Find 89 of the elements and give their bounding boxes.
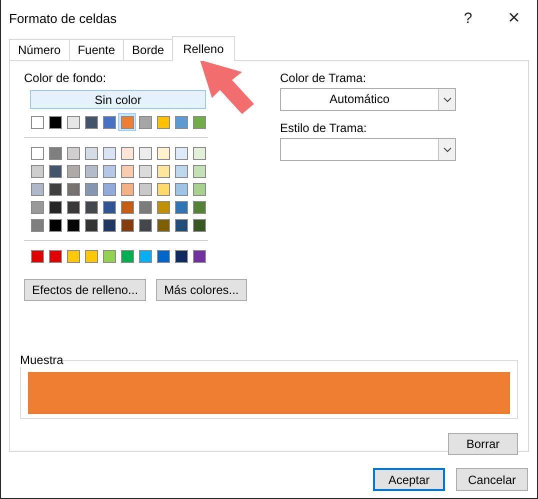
pattern-style-dropdown[interactable] (280, 138, 456, 161)
color-swatch[interactable] (156, 116, 170, 128)
color-swatch[interactable] (138, 218, 152, 232)
color-swatch[interactable] (48, 250, 62, 262)
color-swatch[interactable] (48, 146, 62, 160)
color-swatch[interactable] (102, 164, 116, 178)
color-swatch[interactable] (174, 164, 188, 178)
color-swatch[interactable] (138, 250, 152, 262)
window-title: Formato de celdas (9, 10, 118, 26)
color-swatch[interactable] (192, 164, 206, 178)
color-swatch[interactable] (48, 164, 62, 178)
color-swatch[interactable] (30, 182, 44, 196)
help-button[interactable]: ? (445, 10, 491, 26)
color-swatch[interactable] (156, 200, 170, 214)
color-swatch[interactable] (120, 250, 134, 262)
color-swatch[interactable] (48, 200, 62, 214)
color-swatch[interactable] (66, 218, 80, 232)
color-swatch[interactable] (48, 182, 62, 196)
color-swatch[interactable] (156, 182, 170, 196)
color-swatch[interactable] (66, 250, 80, 262)
color-swatch[interactable] (138, 164, 152, 178)
tab[interactable]: Número (9, 39, 70, 60)
color-swatch[interactable] (30, 116, 44, 128)
color-swatch[interactable] (156, 250, 170, 262)
color-swatch[interactable] (102, 218, 116, 232)
color-swatch[interactable] (138, 200, 152, 214)
color-swatch[interactable] (84, 182, 98, 196)
color-swatch[interactable] (174, 200, 188, 214)
no-color-button[interactable]: Sin color (30, 90, 206, 109)
sample-label: Muestra (20, 353, 64, 367)
color-swatch[interactable] (102, 116, 116, 128)
background-color-label: Color de fondo: (24, 71, 108, 85)
color-swatch[interactable] (192, 116, 206, 128)
tab[interactable]: Relleno (172, 36, 235, 61)
color-swatch[interactable] (174, 250, 188, 262)
color-swatch[interactable] (48, 218, 62, 232)
color-swatch[interactable] (66, 182, 80, 196)
color-swatch[interactable] (192, 250, 206, 262)
caret-icon (438, 89, 455, 110)
color-swatch[interactable] (66, 146, 80, 160)
color-swatch[interactable] (120, 182, 134, 196)
color-swatch[interactable] (102, 200, 116, 214)
pattern-style-label: Estilo de Trama: (280, 121, 368, 135)
color-swatch[interactable] (48, 116, 62, 128)
color-swatch[interactable] (174, 182, 188, 196)
color-swatch[interactable] (84, 250, 98, 262)
caret-icon (438, 139, 455, 160)
color-swatch[interactable] (138, 116, 152, 128)
color-swatch[interactable] (30, 250, 44, 262)
pattern-color-dropdown[interactable]: Automático (280, 88, 456, 111)
dialog-button[interactable]: Efectos de relleno... (24, 279, 146, 301)
color-swatch[interactable] (84, 116, 98, 128)
color-swatch[interactable] (156, 146, 170, 160)
color-swatch[interactable] (120, 146, 134, 160)
dialog-button[interactable]: Cancelar (456, 468, 528, 491)
color-swatch[interactable] (192, 200, 206, 214)
color-swatch[interactable] (156, 218, 170, 232)
color-swatch[interactable] (120, 116, 134, 128)
color-swatch[interactable] (120, 164, 134, 178)
color-swatch[interactable] (174, 116, 188, 128)
color-swatch[interactable] (84, 218, 98, 232)
color-swatch[interactable] (138, 146, 152, 160)
color-swatch[interactable] (84, 164, 98, 178)
close-button[interactable]: × (491, 6, 537, 30)
color-swatch[interactable] (192, 182, 206, 196)
color-swatch[interactable] (156, 164, 170, 178)
color-swatch[interactable] (102, 250, 116, 262)
color-swatch[interactable] (174, 218, 188, 232)
dialog-button[interactable]: Más colores... (156, 279, 247, 301)
color-swatch[interactable] (66, 116, 80, 128)
color-swatch[interactable] (102, 182, 116, 196)
clear-button[interactable]: Borrar (448, 433, 518, 455)
color-swatch[interactable] (66, 164, 80, 178)
dialog-button[interactable]: Aceptar (373, 468, 445, 491)
color-swatch[interactable] (84, 146, 98, 160)
color-swatch[interactable] (192, 146, 206, 160)
color-swatch[interactable] (84, 200, 98, 214)
color-swatch[interactable] (30, 218, 44, 232)
color-swatch[interactable] (30, 200, 44, 214)
color-swatch[interactable] (120, 200, 134, 214)
color-swatch[interactable] (30, 164, 44, 178)
color-swatch[interactable] (66, 200, 80, 214)
color-swatch[interactable] (174, 146, 188, 160)
color-swatch[interactable] (102, 146, 116, 160)
color-swatch[interactable] (192, 218, 206, 232)
color-swatch[interactable] (138, 182, 152, 196)
color-swatch[interactable] (120, 218, 134, 232)
pattern-color-label: Color de Trama: (280, 71, 368, 85)
color-swatch[interactable] (30, 146, 44, 160)
